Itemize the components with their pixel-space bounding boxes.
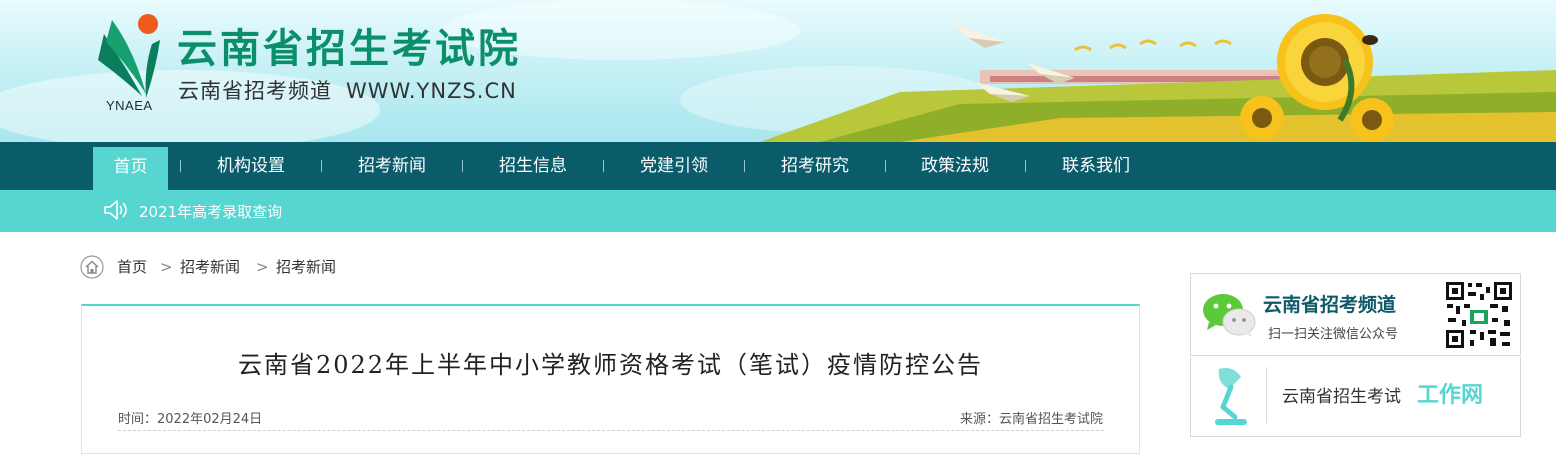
qr-code-icon [1444,280,1514,350]
nav-item-exam-research[interactable]: 招考研究 [760,142,870,190]
nav-item-policies[interactable]: 政策法规 [900,142,1010,190]
site-title: 云南省招生考试院 [177,26,521,72]
site-subtitle: 云南省招考频道 WWW.YNZS.CN [178,78,517,104]
article-source: 来源：云南省招生考试院 [959,412,1103,427]
breadcrumb-exam-news[interactable]: 招考新闻 [180,258,240,276]
site-subtitle-text: 云南省招考频道 [178,79,332,103]
work-site-label-accent: 工作网 [1417,383,1484,408]
site-url: WWW.YNZS.CN [346,79,517,103]
nav-item-organization[interactable]: 机构设置 [196,142,306,190]
home-icon[interactable] [80,255,104,279]
breadcrumb-home[interactable]: 首页 [117,258,147,276]
header-banner: 云南省招生考试院 云南省招考频道 WWW.YNZS.CN YNAEA [0,0,1556,142]
nav-item-home[interactable]: 首页 [93,147,168,190]
article-title: 云南省2022年上半年中小学教师资格考试（笔试）疫情防控公告 [237,351,984,379]
nav-divider [180,160,181,172]
wechat-icon [1203,294,1256,337]
breadcrumb-current: 招考新闻 [276,258,337,276]
nav-item-contact[interactable]: 联系我们 [1041,142,1151,190]
nav-divider [321,160,322,172]
sunflower-icon [1240,96,1284,140]
sunflower-icon [1350,98,1394,142]
wechat-title: 云南省招考频道 [1263,294,1397,316]
nav-divider [462,160,463,172]
work-site-panel[interactable]: 云南省招生考试 工作网 [1190,357,1521,437]
nav-divider [603,160,604,172]
wechat-subtitle: 扫一扫关注微信公众号 [1268,327,1399,342]
notice-link[interactable]: 2021年高考录取查询 [139,202,282,222]
nav-item-admission-info[interactable]: 招生信息 [478,142,588,190]
work-site-label: 云南省招生考试 [1282,387,1401,407]
breadcrumb-separator: > [160,258,173,276]
lamp-icon [1215,368,1247,425]
work-divider [1266,367,1267,423]
nav-divider [885,160,886,172]
speaker-icon [104,200,127,220]
breadcrumb-separator: > [256,258,269,276]
nav-item-party-building[interactable]: 党建引领 [619,142,729,190]
article-panel: 云南省2022年上半年中小学教师资格考试（笔试）疫情防控公告 时间：2022年0… [81,304,1140,454]
article-time: 时间：2022年02月24日 [118,412,263,427]
nav-item-exam-news[interactable]: 招考新闻 [337,142,447,190]
nav-divider [744,160,745,172]
notice-bar: 2021年高考录取查询 [0,190,1556,232]
logo-abbr: YNAEA [106,98,153,113]
main-nav: 首页 机构设置 招考新闻 招生信息 党建引领 招考研究 政策法规 联系我们 [0,142,1556,190]
wechat-panel[interactable]: 云南省招考频道 扫一扫关注微信公众号 [1190,273,1521,356]
nav-divider [1025,160,1026,172]
paper-plane-icon [950,22,1005,48]
meta-divider [118,430,1104,431]
